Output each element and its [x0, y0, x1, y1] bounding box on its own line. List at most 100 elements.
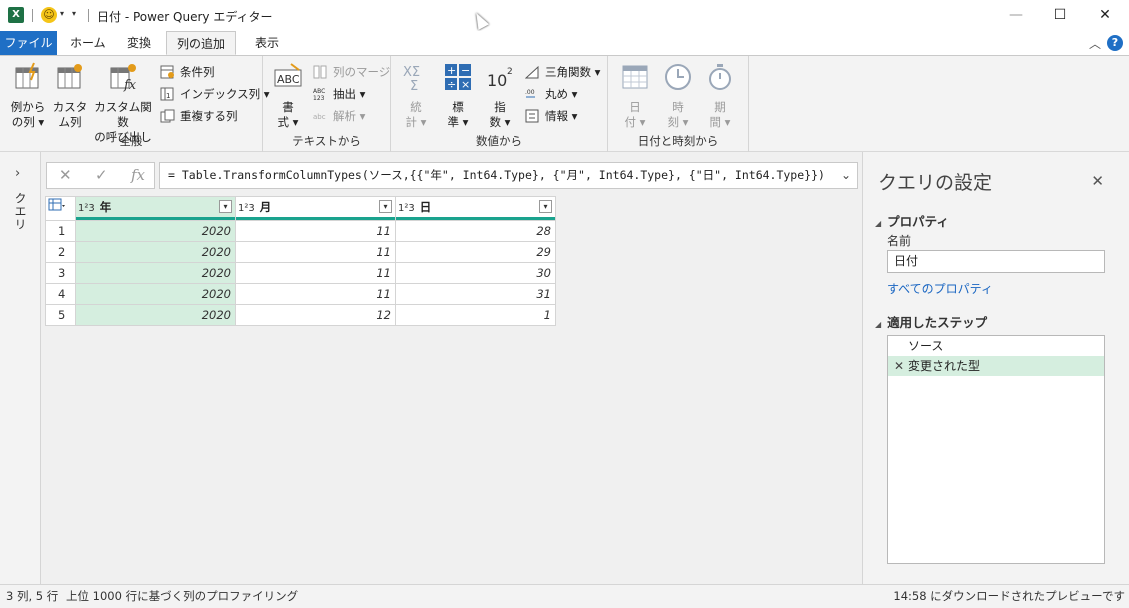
- group-datetime: 日 付 ▾ 時 刻 ▾ 期 間 ▾ 日付と時刻から: [608, 56, 749, 152]
- collapse-triangle-icon: ◢: [875, 320, 882, 329]
- svg-text:1: 1: [166, 92, 170, 100]
- statistics-button[interactable]: XΣ Σ 統 計 ▾: [399, 62, 433, 130]
- title-separator: [32, 9, 33, 22]
- group-label-general: 全般: [119, 134, 143, 148]
- extract-button[interactable]: ABC 123 抽出 ▾: [313, 85, 365, 103]
- cell-day[interactable]: 29: [395, 241, 556, 263]
- formula-bar-input[interactable]: = Table.TransformColumnTypes(ソース,{{"年", …: [159, 162, 858, 189]
- expand-formula-icon[interactable]: ⌄: [841, 163, 851, 188]
- whole-number-type-icon[interactable]: 1²3: [398, 203, 415, 214]
- column-filter-dropdown-icon[interactable]: ▾: [539, 200, 552, 213]
- rounding-button[interactable]: .00 丸め ▾: [525, 85, 577, 103]
- svg-text:XΣ: XΣ: [403, 65, 420, 80]
- svg-text:ABC: ABC: [277, 73, 300, 86]
- quick-access-customize-icon[interactable]: ▾: [72, 9, 76, 18]
- properties-section-header[interactable]: ◢ プロパティ: [875, 211, 949, 230]
- queries-pane-collapsed[interactable]: › クエリ: [0, 152, 41, 584]
- calendar-icon: [622, 65, 648, 89]
- smiley-feedback-icon[interactable]: ☺: [41, 7, 57, 23]
- format-button[interactable]: ABC 書 式 ▾: [271, 62, 305, 130]
- duplicate-column-button[interactable]: 重複する列: [160, 107, 238, 125]
- applied-steps-section-header[interactable]: ◢ 適用したステップ: [875, 312, 987, 331]
- cell-month[interactable]: 12: [235, 304, 396, 326]
- cell-day[interactable]: 1: [395, 304, 556, 326]
- group-number: XΣ Σ 統 計 ▾ + − ÷ × 標 準 ▾ 10 2 指 数 ▾ 三角関数…: [391, 56, 608, 152]
- time-button[interactable]: 時 刻 ▾: [661, 62, 695, 130]
- table-menu-corner[interactable]: [45, 196, 76, 217]
- cell-year[interactable]: 2020: [75, 262, 236, 284]
- svg-text:fx: fx: [123, 78, 137, 92]
- duration-button[interactable]: 期 間 ▾: [703, 62, 737, 130]
- cell-day[interactable]: 28: [395, 220, 556, 242]
- feedback-dropdown-icon[interactable]: ▾: [60, 9, 64, 18]
- row-number[interactable]: 3: [45, 262, 76, 284]
- window-title: 日付 - Power Query エディター: [97, 10, 273, 24]
- index-column-button[interactable]: 1 インデックス列 ▾: [160, 85, 270, 103]
- conditional-column-button[interactable]: 条件列: [160, 63, 215, 81]
- tab-home[interactable]: ホーム: [60, 31, 116, 55]
- all-properties-link[interactable]: すべてのプロパティ: [887, 280, 993, 297]
- minimize-button[interactable]: —: [993, 0, 1039, 31]
- expand-queries-icon[interactable]: ›: [15, 166, 20, 181]
- tab-transform[interactable]: 変換: [117, 31, 161, 55]
- fx-icon[interactable]: fx: [131, 166, 145, 184]
- cell-day[interactable]: 30: [395, 262, 556, 284]
- tab-view[interactable]: 表示: [245, 31, 289, 55]
- merge-columns-button[interactable]: 列のマージ: [313, 63, 390, 81]
- cell-month[interactable]: 11: [235, 220, 396, 242]
- excel-app-icon[interactable]: X: [8, 7, 24, 23]
- standard-button[interactable]: + − ÷ × 標 準 ▾: [441, 62, 475, 130]
- status-counts: 3 列, 5 行: [6, 589, 59, 603]
- svg-text:÷: ÷: [447, 78, 456, 91]
- svg-text:−: −: [461, 64, 470, 77]
- applied-step-source[interactable]: ソース: [888, 336, 1104, 356]
- cell-year[interactable]: 2020: [75, 283, 236, 305]
- formula-cancel-icon[interactable]: ✕: [59, 166, 72, 184]
- column-header-month[interactable]: 1²3 月 ▾: [235, 196, 396, 217]
- row-number[interactable]: 4: [45, 283, 76, 305]
- custom-column-icon: [57, 64, 82, 89]
- close-window-button[interactable]: ✕: [1082, 0, 1128, 31]
- row-number[interactable]: 1: [45, 220, 76, 242]
- maximize-button[interactable]: ☐: [1037, 0, 1083, 31]
- tab-file[interactable]: ファイル: [0, 31, 57, 55]
- query-name-input[interactable]: 日付: [887, 250, 1105, 273]
- cell-year[interactable]: 2020: [75, 220, 236, 242]
- row-number[interactable]: 2: [45, 241, 76, 263]
- delete-step-icon[interactable]: ✕: [894, 356, 904, 376]
- column-from-examples-button[interactable]: 例から の列 ▾: [8, 62, 48, 130]
- scientific-button[interactable]: 10 2 指 数 ▾: [483, 62, 517, 130]
- whole-number-type-icon[interactable]: 1²3: [238, 203, 255, 214]
- information-button[interactable]: 情報 ▾: [525, 107, 577, 125]
- cell-month[interactable]: 11: [235, 241, 396, 263]
- group-label-number: 数値から: [476, 134, 522, 148]
- column-filter-dropdown-icon[interactable]: ▾: [219, 200, 232, 213]
- date-button[interactable]: 日 付 ▾: [618, 62, 652, 130]
- applied-step-changed-type[interactable]: ✕ 変更された型: [888, 356, 1104, 376]
- close-settings-icon[interactable]: ✕: [1091, 172, 1104, 190]
- tab-add-column[interactable]: 列の追加: [166, 31, 237, 55]
- whole-number-type-icon[interactable]: 1²3: [78, 203, 95, 214]
- trigonometry-button[interactable]: 三角関数 ▾: [525, 63, 600, 81]
- status-profiling[interactable]: 上位 1000 行に基づく列のプロファイリング: [66, 585, 298, 607]
- help-icon[interactable]: ?: [1107, 35, 1123, 51]
- custom-column-button[interactable]: カスタ ム列: [52, 62, 88, 130]
- formula-commit-icon[interactable]: ✓: [95, 166, 108, 184]
- column-header-year[interactable]: 1²3 年 ▾: [75, 196, 236, 217]
- cell-day[interactable]: 31: [395, 283, 556, 305]
- column-header-day[interactable]: 1²3 日 ▾: [395, 196, 556, 217]
- cell-month[interactable]: 11: [235, 262, 396, 284]
- cell-year[interactable]: 2020: [75, 241, 236, 263]
- row-number[interactable]: 5: [45, 304, 76, 326]
- cell-month[interactable]: 11: [235, 283, 396, 305]
- column-from-examples-icon: [15, 62, 39, 89]
- parse-button[interactable]: abc 解析 ▾: [313, 107, 365, 125]
- collapse-ribbon-icon[interactable]: ︿: [1089, 35, 1101, 52]
- cell-year[interactable]: 2020: [75, 304, 236, 326]
- table-row: 1 2020 11 28: [45, 220, 556, 242]
- stopwatch-icon: [709, 64, 731, 90]
- queries-pane-label: クエリ: [13, 192, 27, 231]
- data-preview-area: ✕ ✓ fx = Table.TransformColumnTypes(ソース,…: [41, 152, 862, 584]
- column-filter-dropdown-icon[interactable]: ▾: [379, 200, 392, 213]
- clock-icon: [665, 64, 691, 90]
